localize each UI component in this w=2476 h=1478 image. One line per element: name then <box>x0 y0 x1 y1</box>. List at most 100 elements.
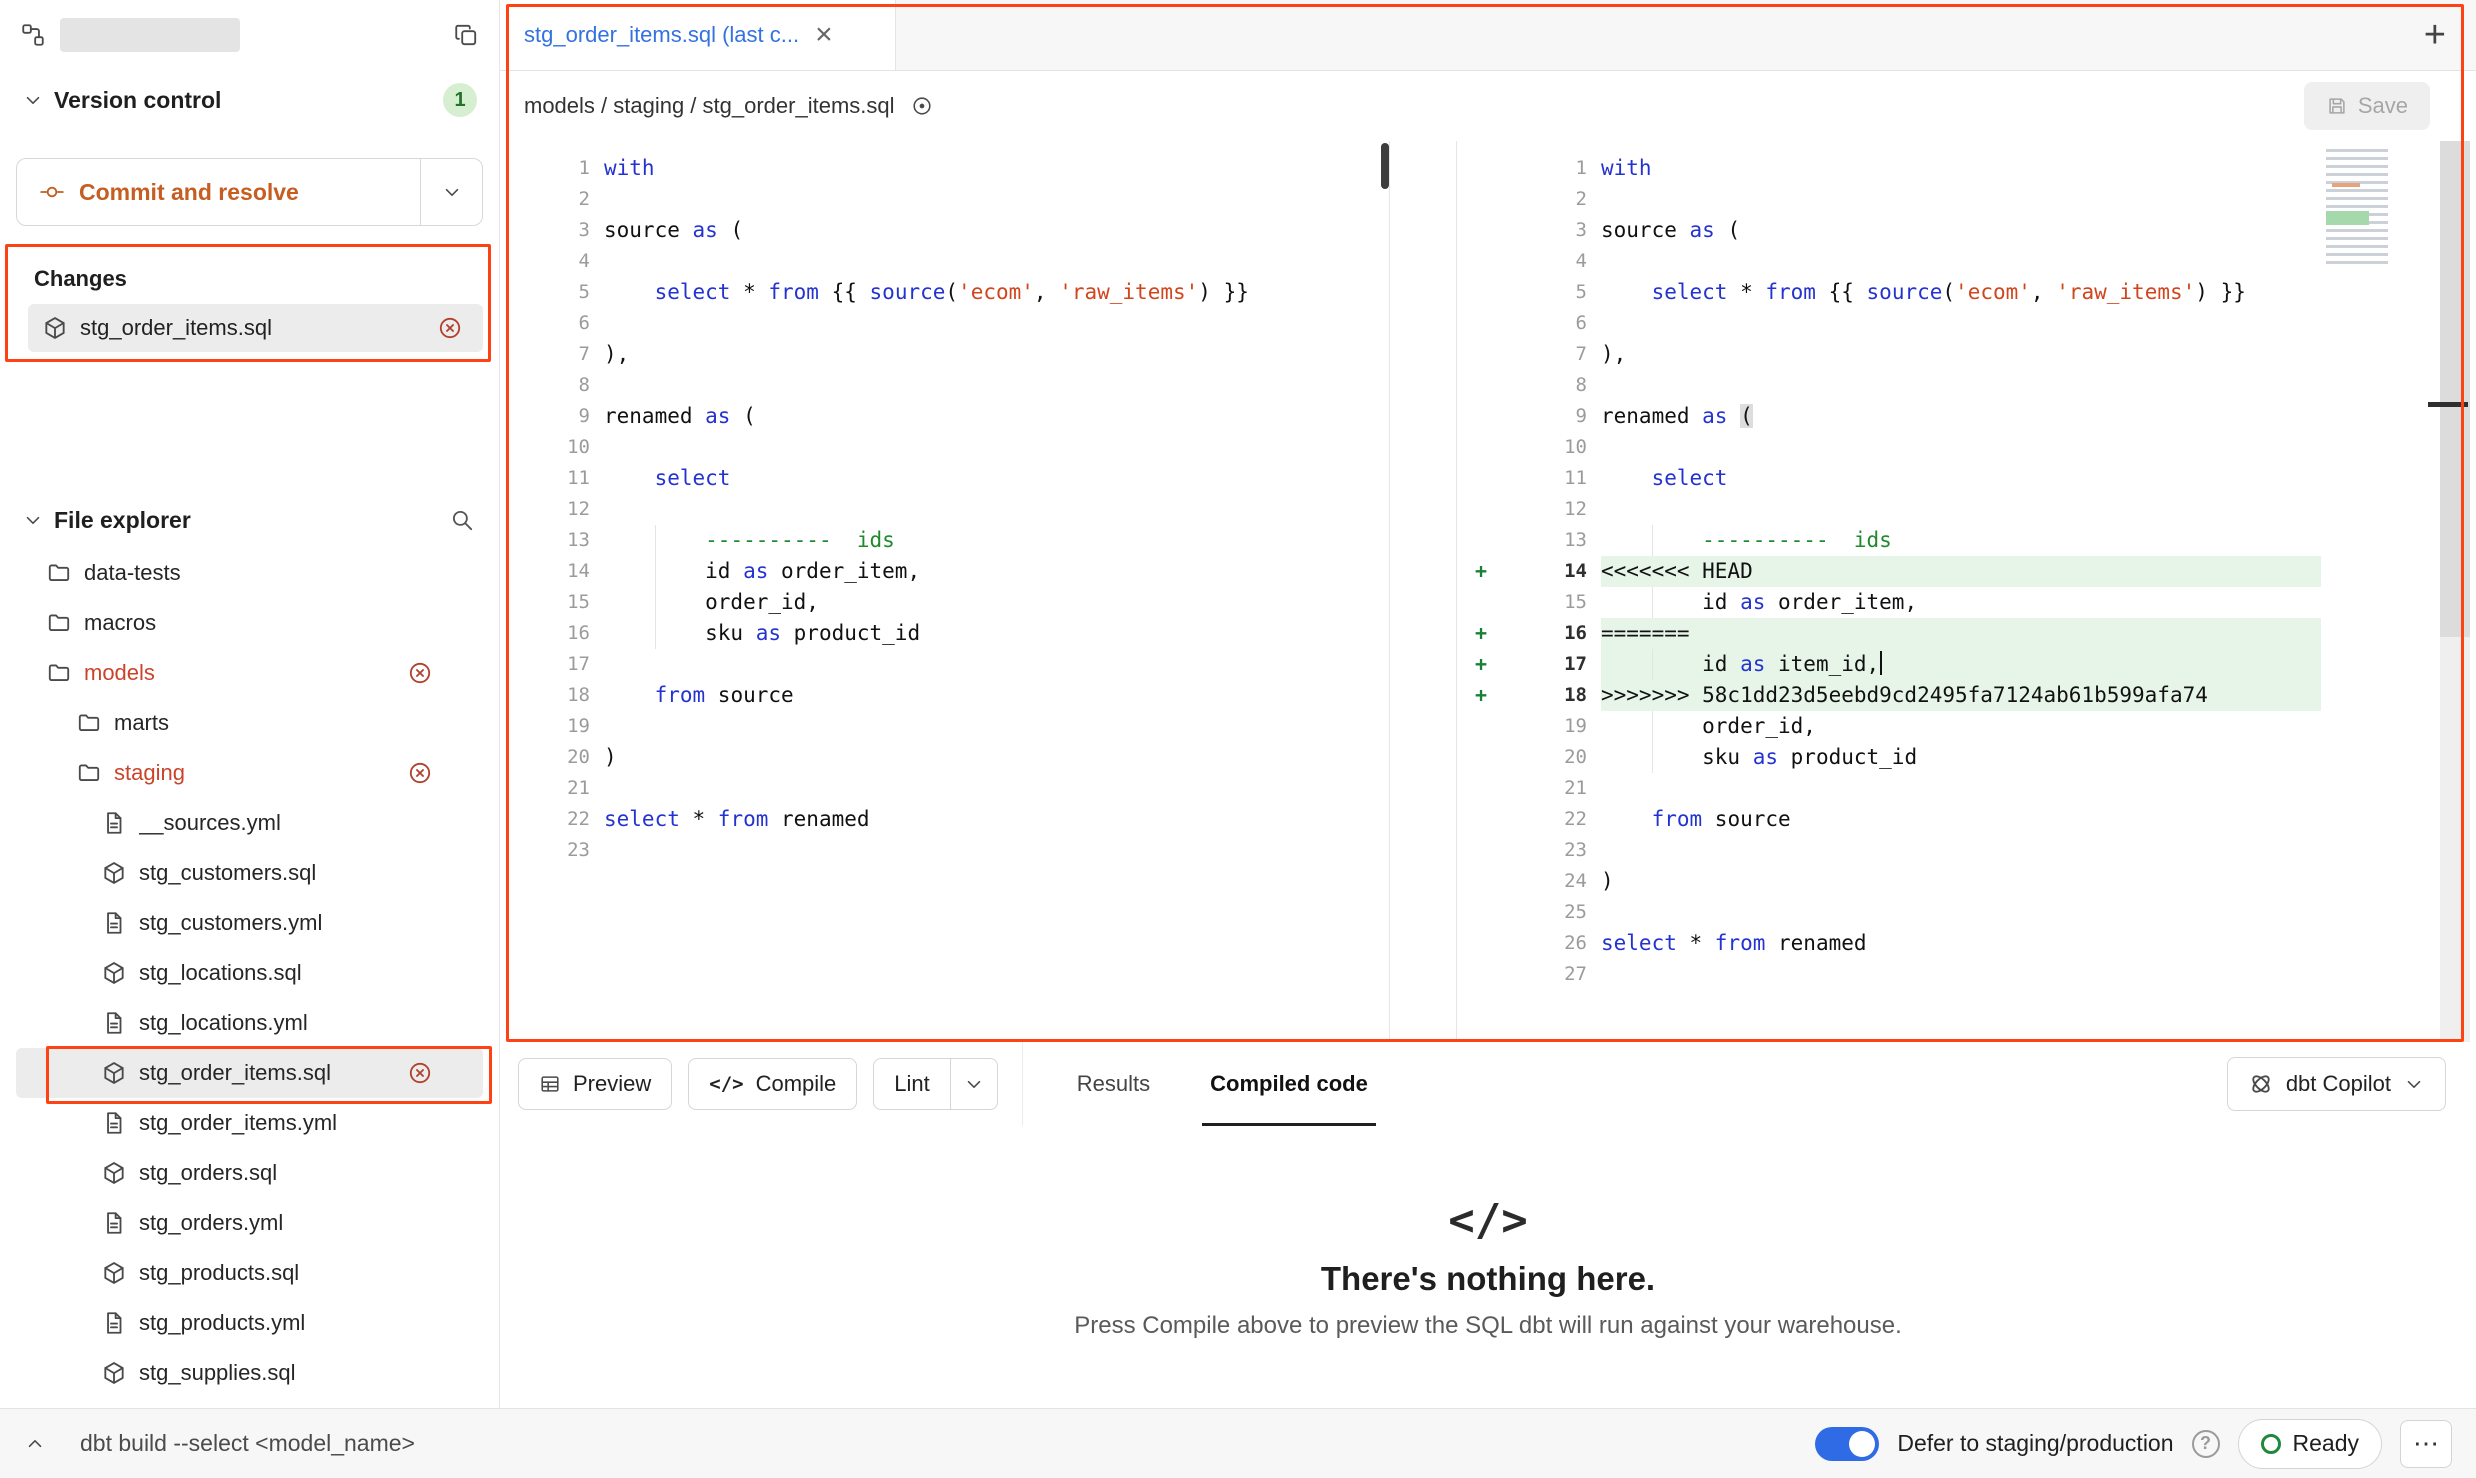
code-line[interactable]: 9renamed as ( <box>1461 401 2476 432</box>
code-line[interactable]: 13 ---------- ids <box>504 525 1389 556</box>
code-line[interactable]: 23 <box>504 835 1389 866</box>
code-line[interactable]: 8 <box>504 370 1389 401</box>
code-line[interactable]: 1with <box>1461 153 2476 184</box>
file-tree-item-macros[interactable]: macros <box>16 598 483 648</box>
code-line[interactable]: 16 sku as product_id <box>504 618 1389 649</box>
file-tree-item-marts[interactable]: marts <box>16 698 483 748</box>
code-line[interactable]: +16======= <box>1461 618 2476 649</box>
code-line[interactable]: 19 order_id, <box>1461 711 2476 742</box>
file-tree-item-stg_orders.yml[interactable]: stg_orders.yml <box>16 1198 483 1248</box>
copy-icon[interactable] <box>453 22 479 48</box>
code-line[interactable]: 26select * from renamed <box>1461 928 2476 959</box>
file-tree-item-stg_order_items.sql[interactable]: stg_order_items.sql <box>16 1048 483 1098</box>
lint-dropdown-button[interactable] <box>950 1059 997 1109</box>
code-line[interactable]: 10 <box>1461 432 2476 463</box>
code-line[interactable]: 15 order_id, <box>504 587 1389 618</box>
code-line[interactable]: 20) <box>504 742 1389 773</box>
code-line[interactable]: +18>>>>>>> 58c1dd23d5eebd9cd2495fa7124ab… <box>1461 680 2476 711</box>
minimap[interactable] <box>2326 149 2388 269</box>
file-explorer-header[interactable]: File explorer <box>0 492 499 548</box>
conflict-icon[interactable] <box>407 760 433 786</box>
scrollbar-thumb[interactable] <box>2440 141 2470 637</box>
file-tree-item-staging[interactable]: staging <box>16 748 483 798</box>
code-line[interactable]: 25 <box>1461 897 2476 928</box>
chevron-up-icon[interactable] <box>24 1433 46 1455</box>
code-line[interactable]: 21 <box>504 773 1389 804</box>
file-tree-item-stg_locations.sql[interactable]: stg_locations.sql <box>16 948 483 998</box>
code-line[interactable]: 3source as ( <box>504 215 1389 246</box>
code-line[interactable]: 17 <box>504 649 1389 680</box>
compile-button[interactable]: </> Compile <box>688 1058 857 1110</box>
version-control-header[interactable]: Version control 1 <box>0 70 499 130</box>
code-line[interactable]: 9renamed as ( <box>504 401 1389 432</box>
code-line[interactable]: 11 select <box>504 463 1389 494</box>
code-line[interactable]: +14<<<<<<< HEAD <box>1461 556 2476 587</box>
code-line[interactable]: 4 <box>504 246 1389 277</box>
code-line[interactable]: 6 <box>1461 308 2476 339</box>
code-line[interactable]: 21 <box>1461 773 2476 804</box>
code-line[interactable]: 24) <box>1461 866 2476 897</box>
file-tree-item-stg_customers.yml[interactable]: stg_customers.yml <box>16 898 483 948</box>
code-left[interactable]: 1with23source as (45 select * from {{ so… <box>500 141 1389 866</box>
code-line[interactable]: +17 id as item_id, <box>1461 649 2476 680</box>
commit-button-main[interactable]: Commit and resolve <box>17 159 420 225</box>
file-tree-item-stg_supplies.sql[interactable]: stg_supplies.sql <box>16 1348 483 1398</box>
file-tree-item-stg_locations.yml[interactable]: stg_locations.yml <box>16 998 483 1048</box>
commit-and-resolve-button[interactable]: Commit and resolve <box>16 158 483 226</box>
scrollbar-thumb[interactable] <box>1381 143 1389 189</box>
code-line[interactable]: 7), <box>504 339 1389 370</box>
code-line[interactable]: 19 <box>504 711 1389 742</box>
code-line[interactable]: 5 select * from {{ source('ecom', 'raw_i… <box>504 277 1389 308</box>
editor-pane-left[interactable]: 1with23source as (45 select * from {{ so… <box>500 141 1390 1042</box>
changes-item[interactable]: stg_order_items.sql <box>28 304 483 352</box>
code-line[interactable]: 22 from source <box>1461 804 2476 835</box>
code-line[interactable]: 22select * from renamed <box>504 804 1389 835</box>
code-line[interactable]: 27 <box>1461 959 2476 990</box>
code-line[interactable]: 12 <box>1461 494 2476 525</box>
command-input[interactable]: dbt build --select <model_name> <box>80 1430 415 1457</box>
workflow-icon[interactable] <box>20 22 46 48</box>
file-tree-item-data-tests[interactable]: data-tests <box>16 548 483 598</box>
file-tree-item-stg_products.sql[interactable]: stg_products.sql <box>16 1248 483 1298</box>
conflict-icon[interactable] <box>407 1060 433 1086</box>
editor-pane-right[interactable]: 1with23source as (45 select * from {{ so… <box>1456 141 2476 1042</box>
code-line[interactable]: 10 <box>504 432 1389 463</box>
more-options-button[interactable]: ⋯ <box>2400 1420 2452 1468</box>
file-tree-item-__sources.yml[interactable]: __sources.yml <box>16 798 483 848</box>
code-line[interactable]: 4 <box>1461 246 2476 277</box>
new-tab-button[interactable]: + <box>2424 16 2446 54</box>
scrollbar[interactable] <box>2440 141 2470 1042</box>
code-line[interactable]: 23 <box>1461 835 2476 866</box>
code-line[interactable]: 20 sku as product_id <box>1461 742 2476 773</box>
code-line[interactable]: 1with <box>504 153 1389 184</box>
save-button[interactable]: Save <box>2304 82 2430 130</box>
editor-tab[interactable]: stg_order_items.sql (last c... × <box>500 0 896 70</box>
search-icon[interactable] <box>449 507 475 533</box>
dbt-copilot-button[interactable]: dbt Copilot <box>2227 1057 2446 1111</box>
conflict-icon[interactable] <box>407 660 433 686</box>
code-line[interactable]: 11 select <box>1461 463 2476 494</box>
help-icon[interactable]: ? <box>2192 1430 2220 1458</box>
conflict-icon[interactable] <box>437 315 463 341</box>
preview-button[interactable]: Preview <box>518 1058 672 1110</box>
commit-dropdown-button[interactable] <box>420 159 482 225</box>
lint-button[interactable]: Lint <box>874 1059 949 1109</box>
file-status-icon[interactable] <box>911 95 933 117</box>
tab-compiled-code[interactable]: Compiled code <box>1180 1042 1398 1126</box>
close-icon[interactable]: × <box>815 20 833 50</box>
file-tree-item-stg_orders.sql[interactable]: stg_orders.sql <box>16 1148 483 1198</box>
file-tree-item-stg_order_items.yml[interactable]: stg_order_items.yml <box>16 1098 483 1148</box>
file-tree-item-stg_products.yml[interactable]: stg_products.yml <box>16 1298 483 1348</box>
defer-toggle[interactable] <box>1815 1427 1879 1461</box>
file-tree-item-models[interactable]: models <box>16 648 483 698</box>
code-right[interactable]: 1with23source as (45 select * from {{ so… <box>1457 141 2476 990</box>
code-line[interactable]: 2 <box>1461 184 2476 215</box>
code-line[interactable]: 2 <box>504 184 1389 215</box>
code-line[interactable]: 6 <box>504 308 1389 339</box>
status-ready-pill[interactable]: Ready <box>2238 1419 2382 1469</box>
code-line[interactable]: 5 select * from {{ source('ecom', 'raw_i… <box>1461 277 2476 308</box>
code-line[interactable]: 3source as ( <box>1461 215 2476 246</box>
code-line[interactable]: 18 from source <box>504 680 1389 711</box>
code-line[interactable]: 7), <box>1461 339 2476 370</box>
tab-results[interactable]: Results <box>1047 1042 1180 1126</box>
